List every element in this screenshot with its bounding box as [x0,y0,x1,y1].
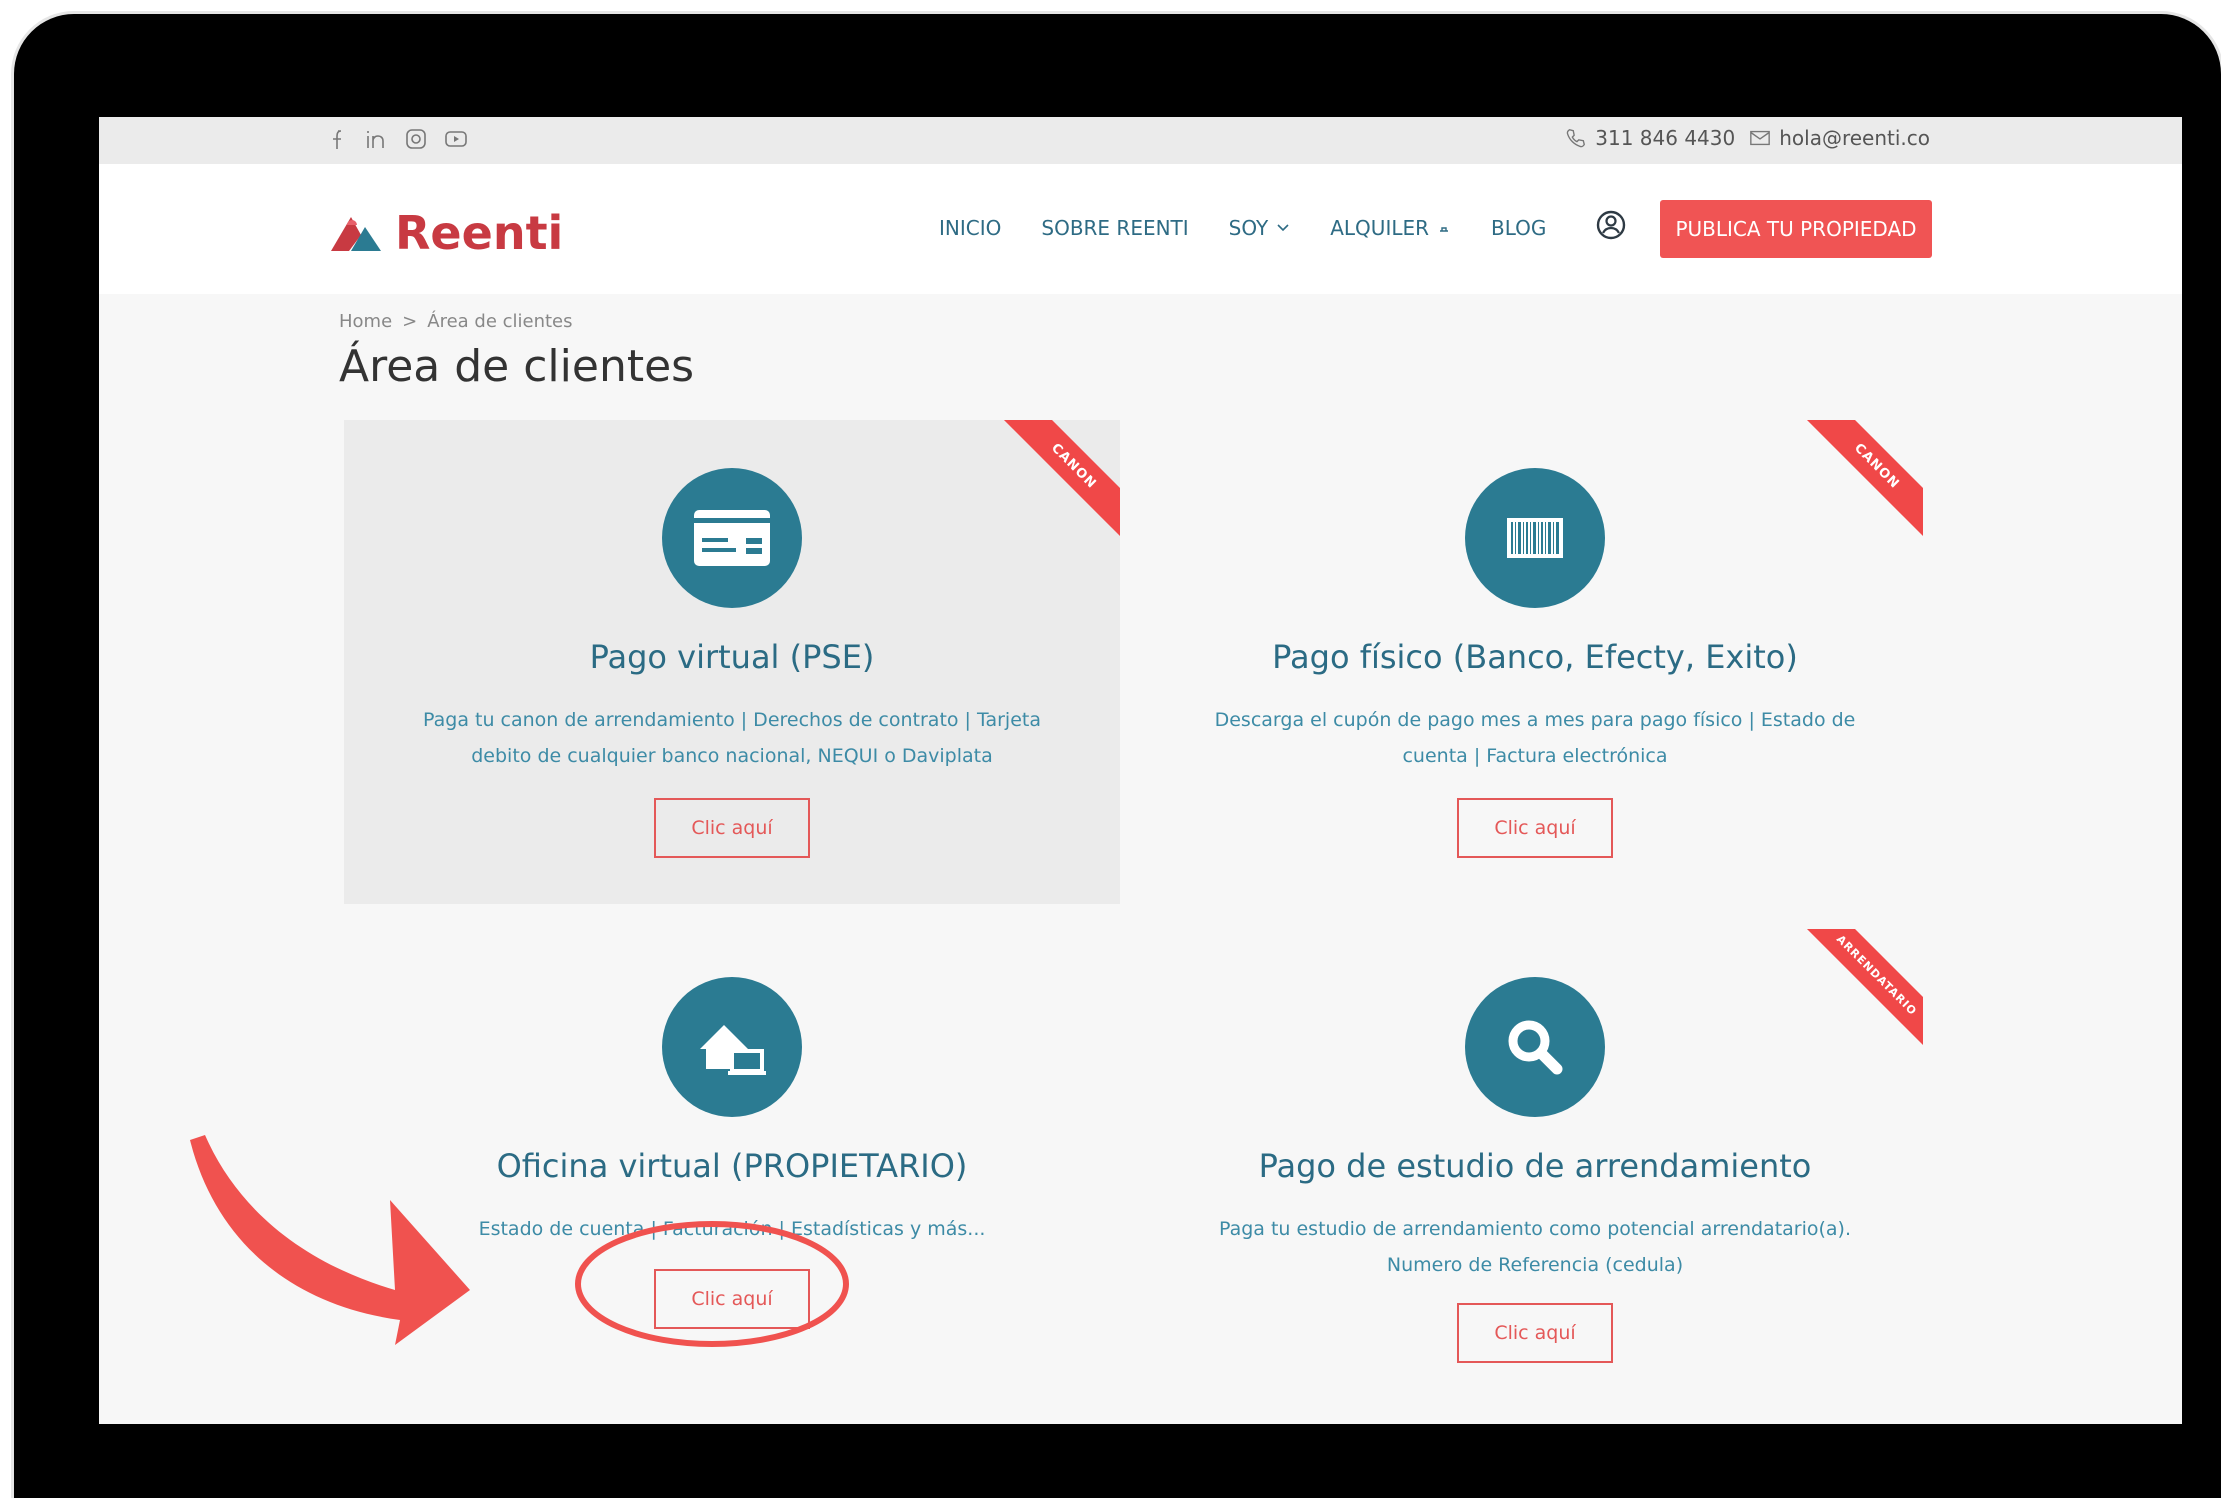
phone-icon [1566,129,1586,148]
card-description-line: Descarga el cupón de pago mes a mes para… [1214,709,1856,731]
breadcrumb-home[interactable]: Home [339,311,392,332]
nav-soy-label: SOY [1228,216,1269,240]
card-description-line: Paga tu canon de arrendamiento | Derecho… [423,709,1041,731]
card-icon-circle [662,468,802,608]
breadcrumb-current: Área de clientes [427,311,573,332]
nav-blog-label: BLOG [1491,216,1547,240]
magnifier-icon [1508,1020,1563,1075]
main-nav: INICIO SOBRE REENTI SOY ALQUILER BLOG [939,216,1546,240]
user-account-icon[interactable] [1594,208,1628,242]
logo-mark-icon [331,217,381,251]
nav-sobre-reenti-label: SOBRE REENTI [1041,216,1189,240]
card-pago-fisico: CANON Pago físico (Banco, Efecty, Exito)… [1147,420,1923,904]
card-title: Pago físico (Banco, Efecty, Exito) [1272,638,1798,676]
nav-inicio-label: INICIO [939,216,1002,240]
clic-aqui-button[interactable]: Clic aquí [654,798,810,858]
card-description-line: Estado de cuenta | Facturación | Estadís… [478,1218,986,1240]
device-frame: 311 846 4430 hola@reenti.co Reenti INICI… [14,14,2221,1498]
ribbon-badge: CANON [977,420,1120,563]
card-title: Pago virtual (PSE) [589,638,875,676]
nav-alquiler-label: ALQUILER [1330,216,1430,240]
home-office-icon [700,1025,766,1075]
card-description: Paga tu canon de arrendamiento | Derecho… [404,702,1060,774]
breadcrumb-separator: > [402,311,418,332]
email-address: hola@reenti.co [1779,126,1930,150]
page-title: Área de clientes [339,341,695,392]
card-icon-circle [662,977,802,1117]
card-description-line: cuenta | Factura electrónica [1402,745,1668,767]
barcode-icon [1507,518,1563,558]
card-icon-circle [1465,468,1605,608]
card-icon-circle [1465,977,1605,1117]
site-header: Reenti INICIO SOBRE REENTI SOY ALQUILER … [99,164,2182,294]
browser-screen: 311 846 4430 hola@reenti.co Reenti INICI… [99,117,2182,1424]
facebook-icon[interactable] [324,127,348,151]
card-title: Oficina virtual (PROPIETARIO) [496,1147,968,1185]
card-description-line: debito de cualquier banco nacional, NEQU… [471,745,993,767]
instagram-icon[interactable] [404,127,428,151]
youtube-icon[interactable] [444,127,468,151]
card-description-line: Paga tu estudio de arrendamiento como po… [1218,1218,1852,1240]
ribbon-badge: ARRENDATARIO [1780,929,1923,1072]
social-links [324,127,468,151]
site-logo[interactable]: Reenti [327,206,563,260]
clic-aqui-button[interactable]: Clic aquí [654,1269,810,1329]
linkedin-icon[interactable] [364,127,388,151]
clic-aqui-button[interactable]: Clic aquí [1457,798,1613,858]
nav-alquiler[interactable]: ALQUILER [1330,216,1451,240]
card-title: Pago de estudio de arrendamiento [1258,1147,1812,1185]
clic-aqui-button[interactable]: Clic aquí [1457,1303,1613,1363]
card-oficina-virtual: Oficina virtual (PROPIETARIO) Estado de … [344,929,1120,1413]
nav-inicio[interactable]: INICIO [939,216,1001,240]
nav-sobre-reenti[interactable]: SOBRE REENTI [1041,216,1188,240]
nav-blog[interactable]: BLOG [1491,216,1546,240]
mail-icon [1750,130,1771,146]
chevron-down-icon [1277,224,1289,232]
breadcrumb: Home > Área de clientes [339,311,573,332]
card-description: Estado de cuenta | Facturación | Estadís… [404,1211,1060,1247]
phone-number: 311 846 4430 [1595,126,1736,150]
lamp-icon [1440,227,1449,232]
card-pago-virtual: CANON Pago virtual (PSE) Paga tu canon d… [344,420,1120,904]
ribbon-badge: CANON [1780,420,1923,563]
email-link[interactable]: hola@reenti.co [1749,126,1930,150]
card-description-line: Numero de Referencia (cedula) [1386,1254,1684,1276]
nav-soy[interactable]: SOY [1229,216,1291,240]
credit-card-icon [694,510,770,566]
phone-link[interactable]: 311 846 4430 [1565,126,1735,150]
top-bar: 311 846 4430 hola@reenti.co [99,117,2182,164]
publica-propiedad-button[interactable]: PUBLICA TU PROPIEDAD [1660,200,1932,258]
card-estudio-arrendamiento: ARRENDATARIO Pago de estudio de arrendam… [1147,929,1923,1413]
card-description: Descarga el cupón de pago mes a mes para… [1207,702,1863,774]
contact-info: 311 846 4430 hola@reenti.co [1565,126,1930,150]
logo-text: Reenti [395,206,564,260]
card-description: Paga tu estudio de arrendamiento como po… [1207,1211,1863,1283]
